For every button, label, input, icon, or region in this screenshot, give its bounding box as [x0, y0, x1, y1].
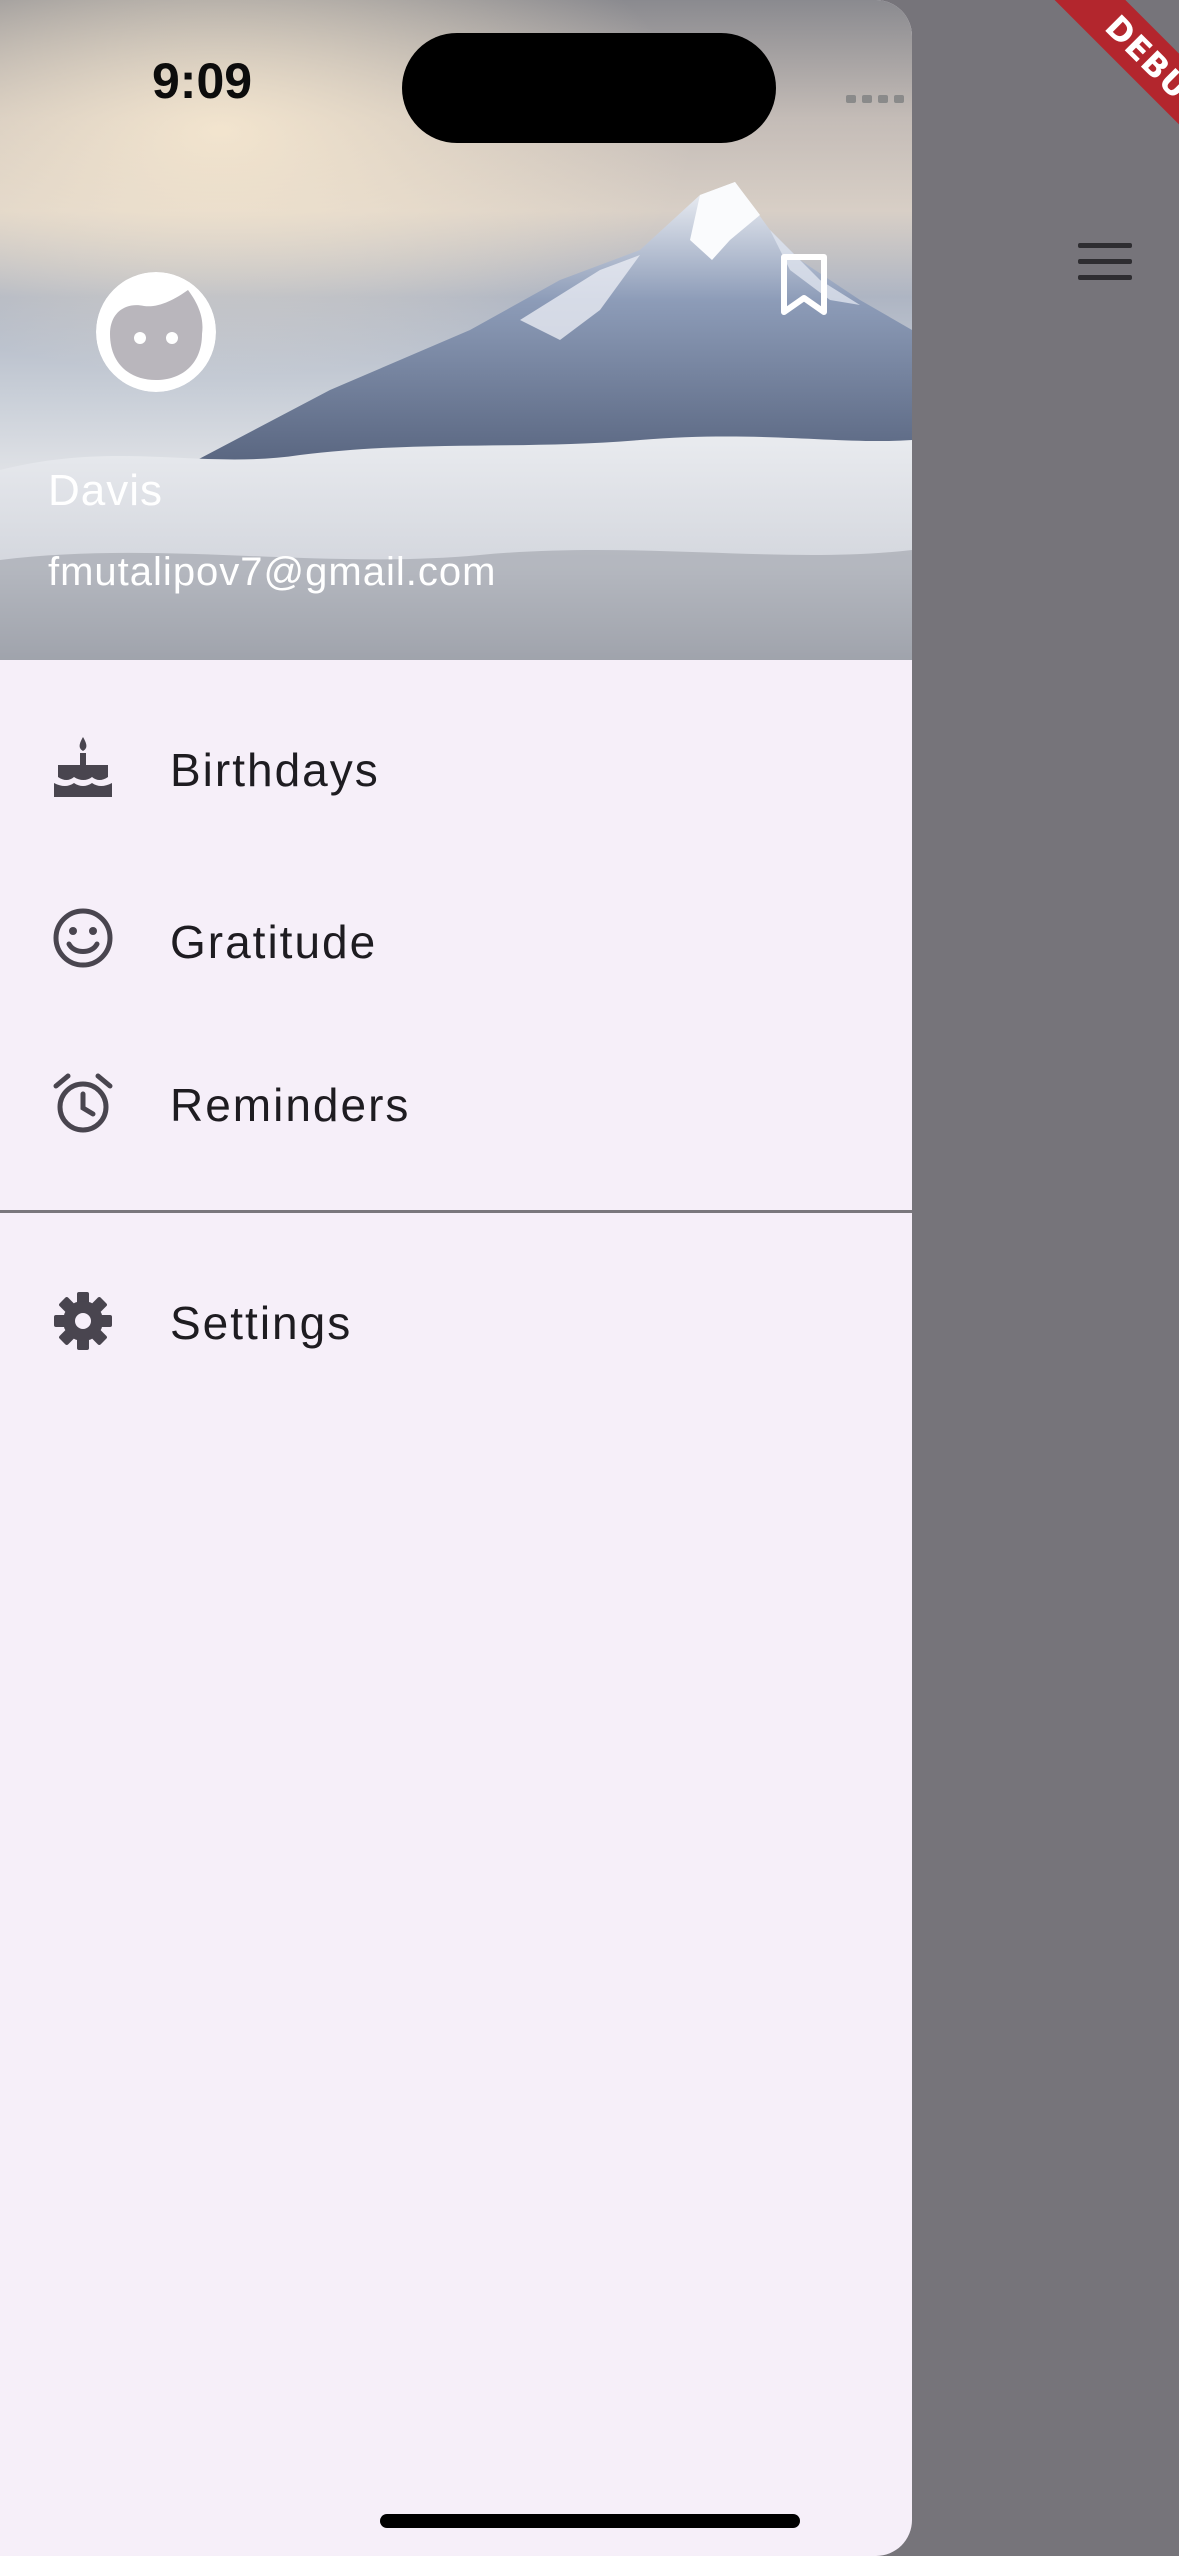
drawer-item-label: Reminders — [170, 1079, 411, 1131]
drawer-item-reminders[interactable]: Reminders — [0, 1030, 912, 1180]
drawer-item-label: Birthdays — [170, 744, 380, 796]
account-email: fmutalipov7@gmail.com — [48, 550, 497, 594]
status-time: 9:09 — [152, 53, 253, 109]
cellular-signal-icon — [846, 95, 904, 103]
smiley-icon — [53, 908, 113, 968]
bookmark-icon[interactable] — [780, 254, 828, 316]
drawer-divider — [0, 1210, 912, 1213]
drawer-item-settings[interactable]: Settings — [0, 1246, 912, 1396]
debug-banner: DEBUG — [939, 0, 1179, 240]
account-name: Davis — [48, 466, 164, 515]
home-indicator[interactable] — [380, 2514, 800, 2528]
face-avatar-icon[interactable] — [96, 272, 216, 392]
drawer-item-birthdays[interactable]: Birthdays — [0, 695, 912, 845]
dynamic-island — [402, 33, 776, 143]
gear-icon — [54, 1292, 112, 1350]
drawer-item-gratitude[interactable]: Gratitude — [0, 862, 912, 1012]
navigation-drawer: 9:09 Davis fmutalipov7@gmail.com Birthda… — [0, 0, 912, 2556]
cake-icon — [54, 737, 112, 797]
alarm-icon — [53, 1073, 113, 1133]
debug-label: DEBUG — [1019, 0, 1179, 205]
drawer-item-label: Gratitude — [170, 916, 378, 968]
menu-icon[interactable] — [1075, 237, 1135, 285]
drawer-header: 9:09 Davis fmutalipov7@gmail.com — [0, 0, 912, 660]
drawer-item-label: Settings — [170, 1297, 353, 1349]
